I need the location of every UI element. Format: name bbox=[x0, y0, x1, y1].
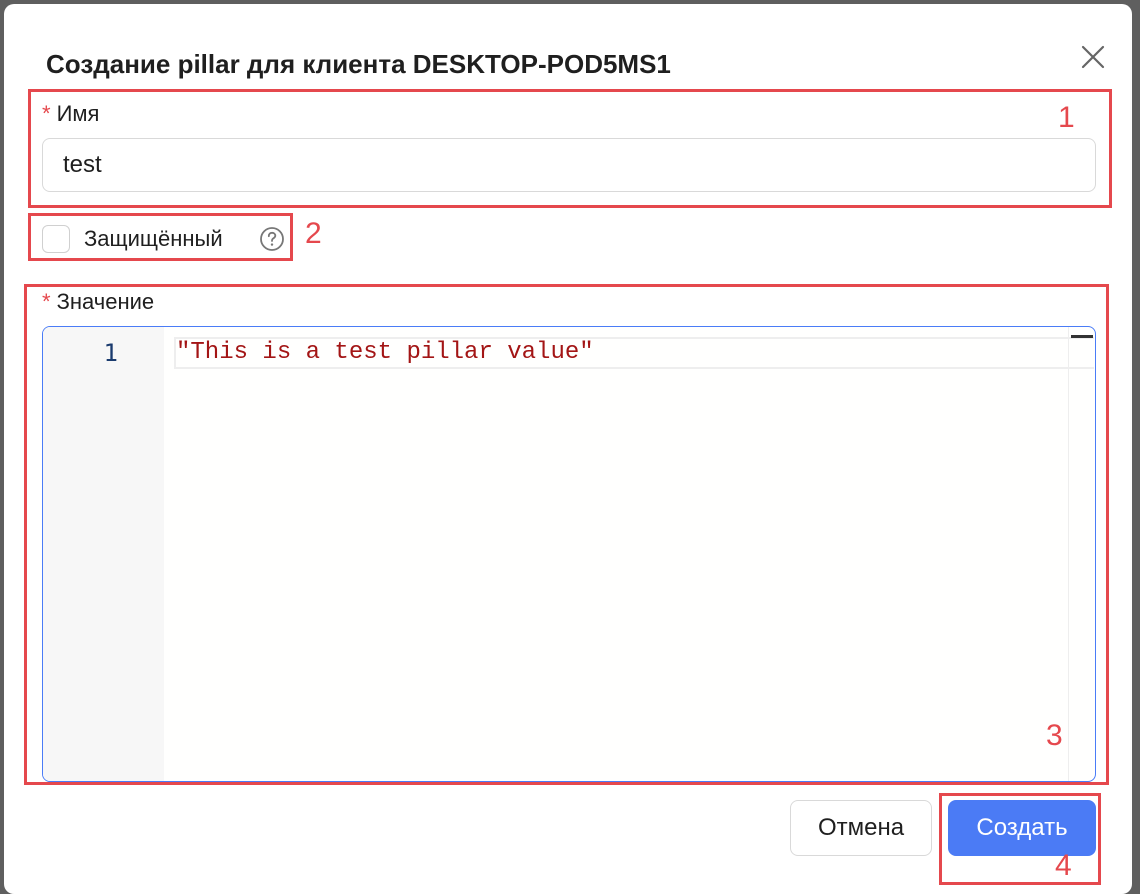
annotation-number-4: 4 bbox=[1055, 849, 1072, 882]
protected-checkbox[interactable] bbox=[42, 225, 70, 253]
cancel-button[interactable]: Отмена bbox=[790, 800, 932, 856]
create-button[interactable]: Создать bbox=[948, 800, 1096, 856]
name-input[interactable]: test bbox=[42, 138, 1096, 192]
line-number: 1 bbox=[103, 339, 118, 367]
editor-scrollbar[interactable] bbox=[1068, 327, 1095, 781]
protected-label: Защищённый bbox=[84, 226, 223, 251]
value-label-text: Значение bbox=[56, 289, 155, 314]
dialog-title: Создание pillar для клиента DESKTOP-POD5… bbox=[46, 49, 671, 79]
code-editor[interactable]: 1 "This is a test pillar value" bbox=[42, 326, 1096, 782]
question-circle-icon[interactable] bbox=[259, 226, 285, 252]
required-mark: * bbox=[42, 101, 51, 126]
close-icon[interactable] bbox=[1078, 42, 1108, 72]
annotation-number-3: 3 bbox=[1046, 719, 1063, 752]
scrollbar-marker bbox=[1071, 335, 1093, 338]
editor-gutter: 1 bbox=[43, 327, 164, 781]
required-mark: * bbox=[42, 289, 51, 314]
name-label-text: Имя bbox=[56, 101, 100, 126]
code-line-text[interactable]: "This is a test pillar value" bbox=[174, 339, 594, 367]
annotation-number-2: 2 bbox=[305, 217, 322, 250]
value-field-label: * Значение bbox=[42, 288, 154, 316]
name-field-label: * Имя bbox=[42, 100, 99, 128]
annotation-number-1: 1 bbox=[1058, 101, 1075, 134]
